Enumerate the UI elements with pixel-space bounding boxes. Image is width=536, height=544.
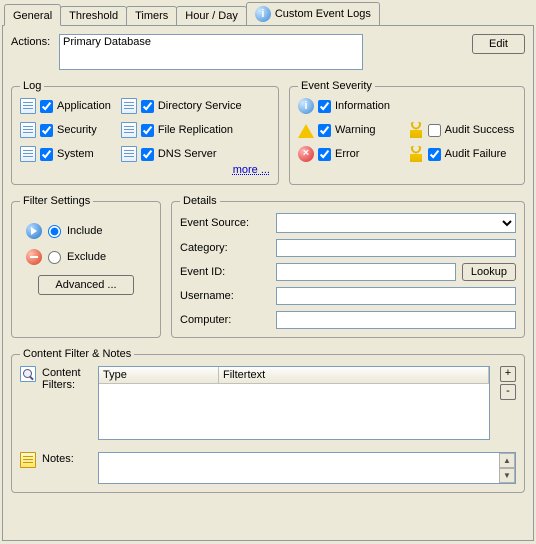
actions-label: Actions: <box>11 34 59 48</box>
group-log: Log Application Security System Director… <box>11 80 279 185</box>
log-icon <box>20 98 36 114</box>
info-icon: i <box>255 6 271 22</box>
scroll-up-icon[interactable]: ▲ <box>499 453 515 468</box>
remove-filter-button[interactable]: - <box>500 384 516 400</box>
warning-icon <box>298 124 314 138</box>
label-event-source: Event Source: <box>180 217 270 229</box>
group-log-title: Log <box>20 80 44 92</box>
tab-timers[interactable]: Timers <box>126 6 177 25</box>
label-username: Username: <box>180 290 270 302</box>
log-system[interactable]: System <box>20 146 111 162</box>
lock-icon <box>408 146 424 162</box>
chk-filerep[interactable] <box>141 124 154 137</box>
col-filtertext[interactable]: Filtertext <box>219 367 489 383</box>
chk-audit-success[interactable] <box>428 124 441 137</box>
scroll-down-icon[interactable]: ▼ <box>499 468 515 483</box>
log-icon <box>121 98 137 114</box>
category-input[interactable] <box>276 239 516 257</box>
label-event-id: Event ID: <box>180 266 270 278</box>
filter-include[interactable]: Include <box>26 223 152 239</box>
chk-dns[interactable] <box>141 148 154 161</box>
tab-label: Hour / Day <box>185 10 238 22</box>
event-source-select[interactable] <box>276 213 516 233</box>
chk-info[interactable] <box>318 100 331 113</box>
chk-system[interactable] <box>40 148 53 161</box>
log-icon <box>121 146 137 162</box>
group-details-title: Details <box>180 195 220 207</box>
sev-audit-failure[interactable]: Audit Failure <box>408 146 516 162</box>
tab-label: Custom Event Logs <box>275 8 371 20</box>
tab-label: Threshold <box>69 10 118 22</box>
group-content-title: Content Filter & Notes <box>20 348 134 360</box>
exclude-icon <box>26 249 42 265</box>
edit-button[interactable]: Edit <box>472 34 525 54</box>
col-type[interactable]: Type <box>99 367 219 383</box>
group-event-severity: Event Severity iInformation Warning Audi… <box>289 80 525 185</box>
event-id-input[interactable] <box>276 263 456 281</box>
log-icon <box>20 146 36 162</box>
error-icon: × <box>298 146 314 162</box>
group-severity-title: Event Severity <box>298 80 375 92</box>
log-icon <box>121 122 137 138</box>
actions-value: Primary Database <box>59 34 363 70</box>
log-directory-service[interactable]: Directory Service <box>121 98 242 114</box>
log-security[interactable]: Security <box>20 122 111 138</box>
computer-input[interactable] <box>276 311 516 329</box>
tab-custom-event-logs[interactable]: i Custom Event Logs <box>246 2 380 25</box>
advanced-button[interactable]: Advanced ... <box>38 275 133 295</box>
radio-exclude[interactable] <box>48 251 61 264</box>
sev-information[interactable]: iInformation <box>298 98 392 114</box>
actions-row: Actions: Primary Database Edit <box>11 34 525 70</box>
panel-general: Actions: Primary Database Edit Log Appli… <box>2 25 534 541</box>
radio-include[interactable] <box>48 225 61 238</box>
chk-security[interactable] <box>40 124 53 137</box>
table-header: Type Filtertext <box>99 367 489 384</box>
label-category: Category: <box>180 242 270 254</box>
tab-bar: General Threshold Timers Hour / Day i Cu… <box>0 0 536 25</box>
notes-textarea[interactable]: ▲ ▼ <box>98 452 516 484</box>
chk-application[interactable] <box>40 100 53 113</box>
tab-label: Timers <box>135 10 168 22</box>
chk-warn[interactable] <box>318 124 331 137</box>
log-dns-server[interactable]: DNS Server <box>121 146 242 162</box>
filter-exclude[interactable]: Exclude <box>26 249 152 265</box>
search-icon <box>20 366 36 382</box>
tab-threshold[interactable]: Threshold <box>60 6 127 25</box>
chk-audit-failure[interactable] <box>428 148 441 161</box>
lock-icon <box>408 122 424 138</box>
log-application[interactable]: Application <box>20 98 111 114</box>
group-content-filter-notes: Content Filter & Notes Content Filters: … <box>11 348 525 493</box>
tab-general[interactable]: General <box>4 4 61 26</box>
add-filter-button[interactable]: + <box>500 366 516 382</box>
lookup-button[interactable]: Lookup <box>462 263 516 281</box>
group-details: Details Event Source: Category: Event ID… <box>171 195 525 338</box>
more-link[interactable]: more ... <box>20 162 270 176</box>
include-icon <box>26 223 42 239</box>
content-filters-table[interactable]: Type Filtertext <box>98 366 490 440</box>
notes-scrollbar[interactable]: ▲ ▼ <box>499 453 515 483</box>
username-input[interactable] <box>276 287 516 305</box>
log-icon <box>20 122 36 138</box>
chk-directory[interactable] <box>141 100 154 113</box>
notes-label: Notes: <box>42 452 92 465</box>
tab-label: General <box>13 10 52 22</box>
sev-audit-success[interactable]: Audit Success <box>408 122 516 138</box>
log-file-replication[interactable]: File Replication <box>121 122 242 138</box>
label-computer: Computer: <box>180 314 270 326</box>
content-filters-label: Content Filters: <box>42 366 92 391</box>
chk-error[interactable] <box>318 148 331 161</box>
sev-error[interactable]: ×Error <box>298 146 392 162</box>
group-filter-title: Filter Settings <box>20 195 93 207</box>
sev-warning[interactable]: Warning <box>298 122 392 138</box>
note-icon <box>20 452 36 468</box>
group-filter-settings: Filter Settings Include Exclude Advanced… <box>11 195 161 338</box>
info-icon: i <box>298 98 314 114</box>
tab-hour-day[interactable]: Hour / Day <box>176 6 247 25</box>
